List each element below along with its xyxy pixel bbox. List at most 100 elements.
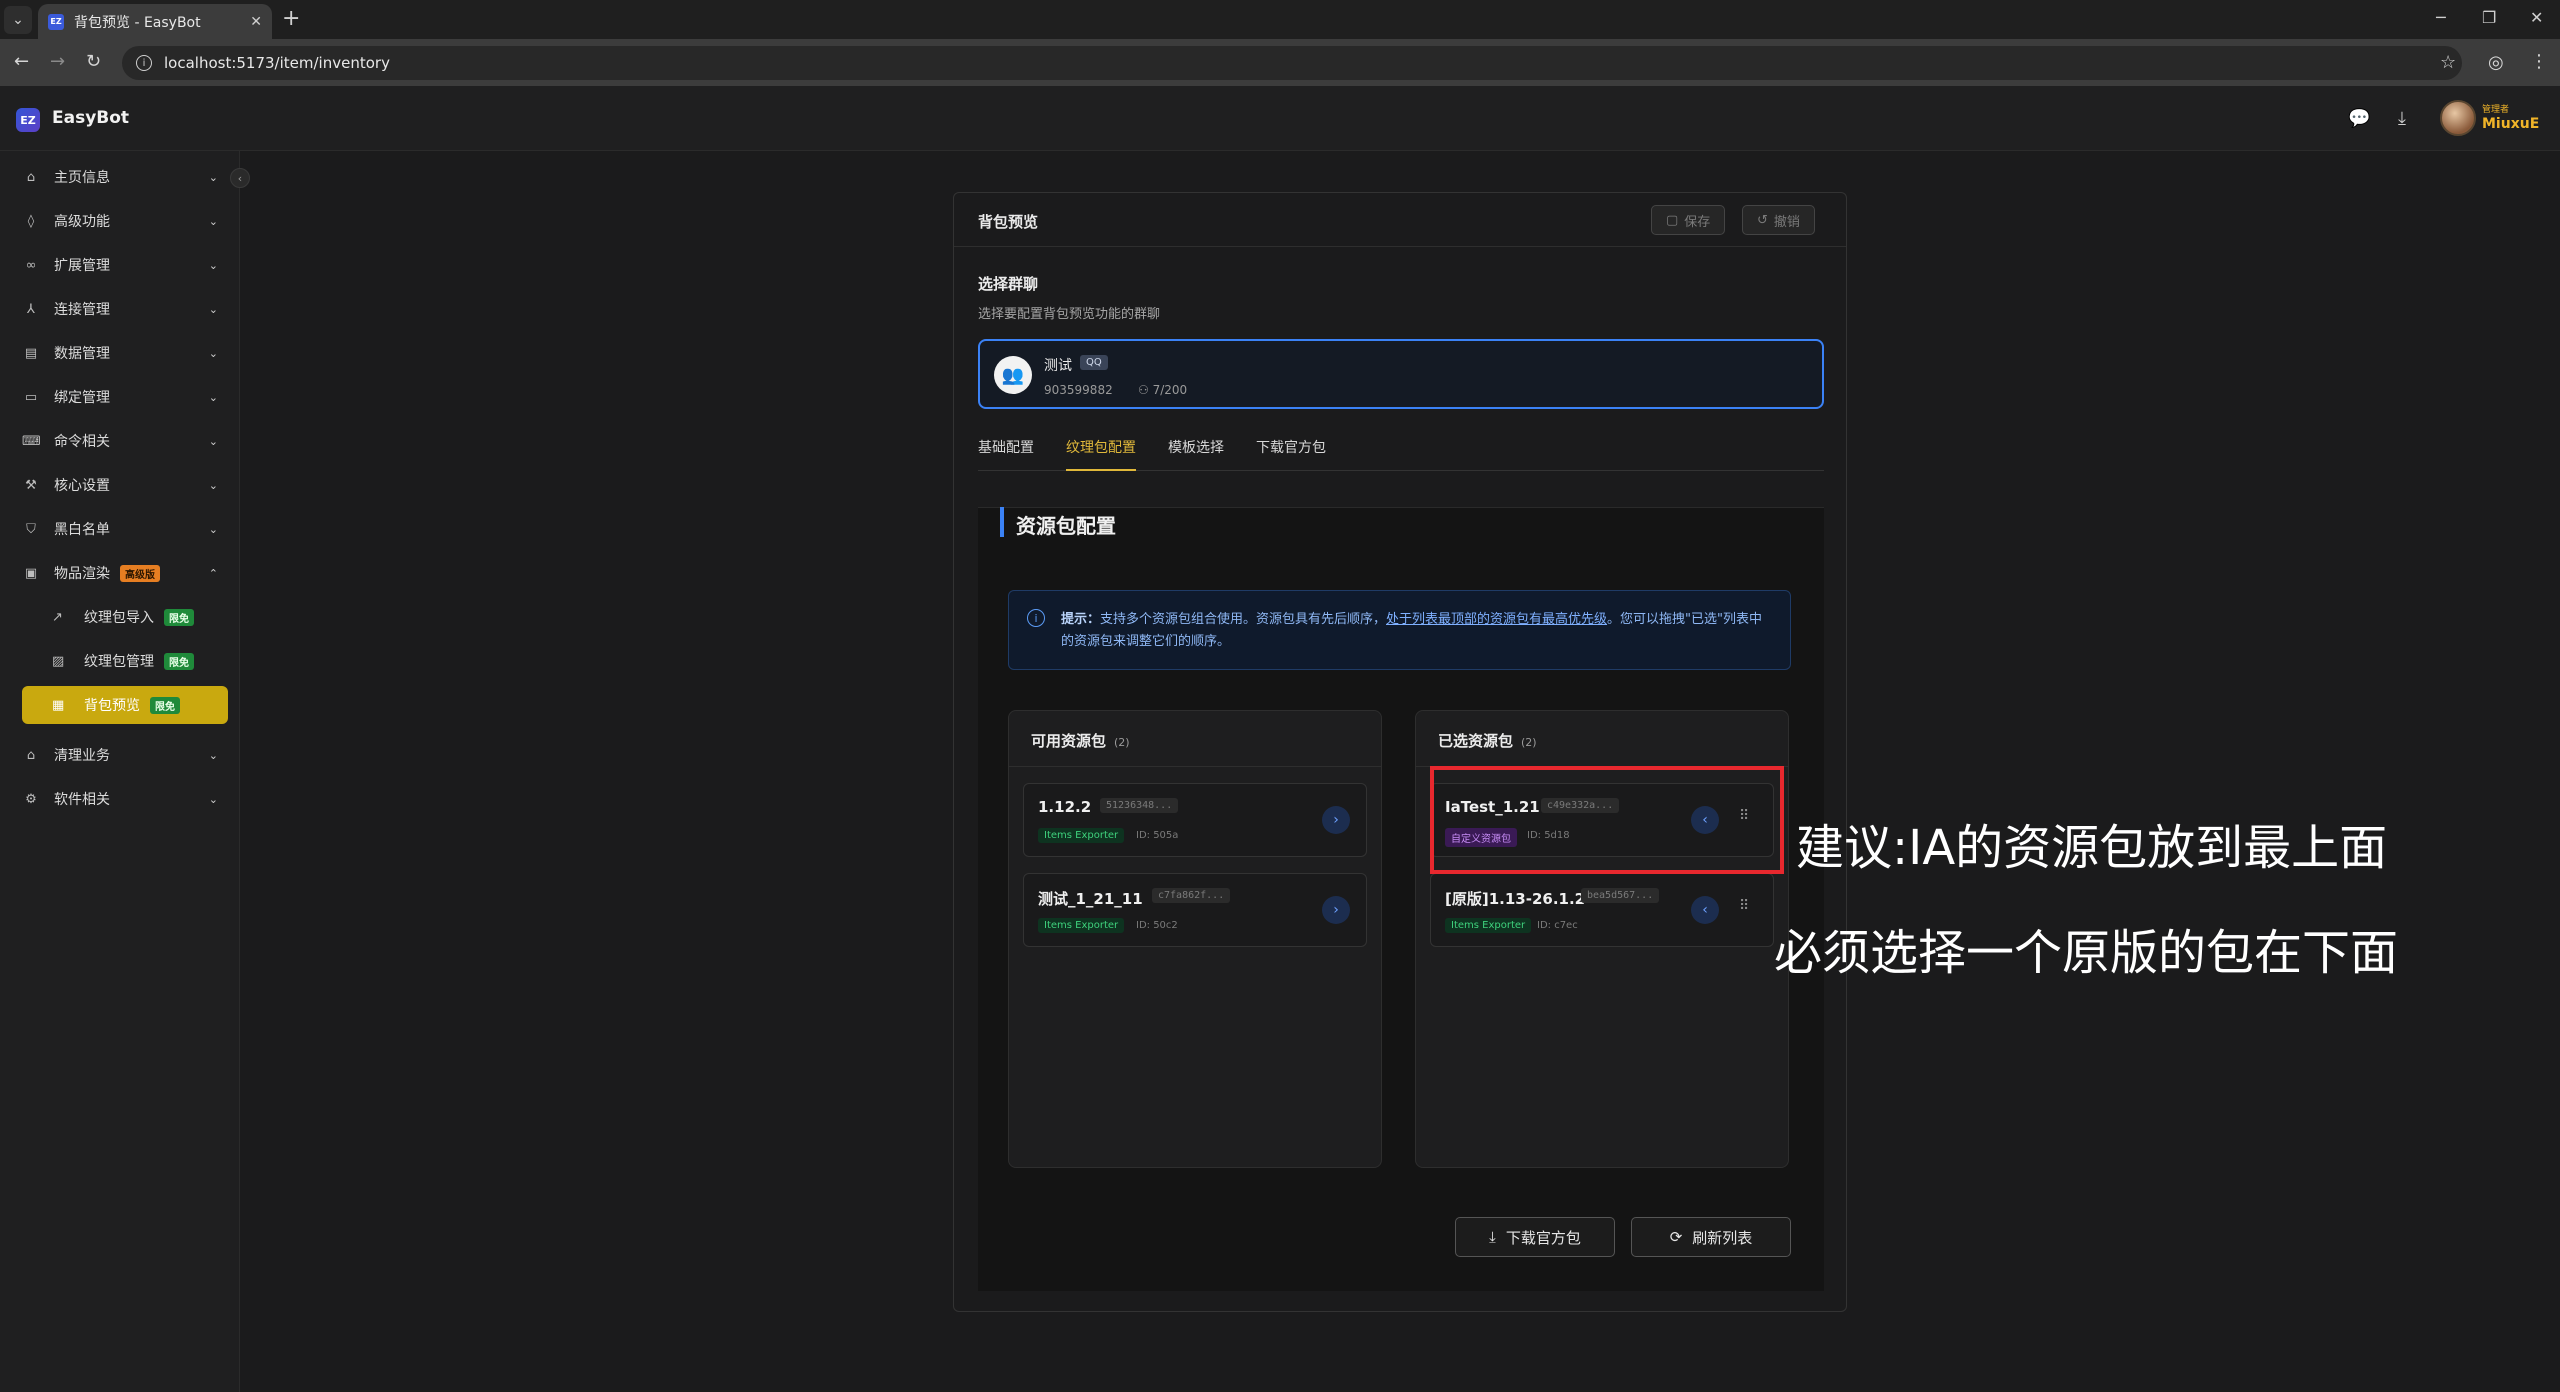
sidebar-item-binding[interactable]: ▭ 绑定管理 ⌄: [22, 382, 218, 412]
sidebar-item-label: 清理业务: [54, 748, 110, 764]
available-title: 可用资源包: [1031, 732, 1107, 750]
chat-icon[interactable]: 💬: [2348, 108, 2370, 129]
group-member-count: ⚇ 7/200: [1138, 383, 1187, 397]
chevron-down-icon: ⌄: [208, 170, 218, 184]
flame-icon: ◊: [27, 213, 35, 229]
tab-template-select[interactable]: 模板选择: [1168, 437, 1224, 471]
column-header: 已选资源包 (2): [1416, 711, 1788, 767]
tip-highlight: 处于列表最顶部的资源包有最高优先级: [1386, 612, 1608, 627]
sidebar-item-label: 黑白名单: [54, 522, 110, 538]
remove-pack-button[interactable]: ‹: [1691, 896, 1719, 924]
forward-icon[interactable]: →: [50, 51, 65, 72]
undo-button[interactable]: ↺ 撤销: [1742, 205, 1815, 235]
browser-tab-strip: ⌄ EZ 背包预览 - EasyBot ✕ + ─ ❐ ✕: [0, 0, 2560, 39]
sidebar-subitem-inventory-preview[interactable]: ▦ 背包预览 限免: [22, 686, 228, 724]
resource-pack-title: 资源包配置: [1016, 514, 1116, 538]
chevron-down-icon: ⌄: [208, 390, 218, 404]
available-pack-item[interactable]: 1.12.2 51236348... Items Exporter ID: 50…: [1023, 783, 1367, 857]
sidebar-item-label: 纹理包管理: [84, 654, 154, 670]
tab-search-button[interactable]: ⌄: [4, 6, 32, 34]
selected-pack-item[interactable]: [原版]1.13-26.1.2 bea5d567... Items Export…: [1430, 873, 1774, 947]
database-icon: ▤: [24, 345, 38, 361]
browser-tab[interactable]: EZ 背包预览 - EasyBot ✕: [38, 4, 272, 39]
annotation-text-2: 必须选择一个原版的包在下面: [1774, 925, 2399, 981]
download-official-button[interactable]: ⤓ 下载官方包: [1455, 1217, 1615, 1257]
download-label: 下载官方包: [1505, 1228, 1581, 1247]
tip-text: 提示：支持多个资源包组合使用。资源包具有先后顺序，处于列表最顶部的资源包有最高优…: [1061, 609, 1771, 653]
image-icon: ▨: [52, 653, 65, 669]
available-packs-column: 可用资源包 (2) 1.12.2 51236348... Items Export…: [1008, 710, 1382, 1168]
sidebar-item-item-render[interactable]: ▣ 物品渲染 高级版 ⌃: [22, 558, 218, 588]
platform-badge: QQ: [1080, 355, 1108, 370]
minimize-icon[interactable]: ─: [2436, 8, 2446, 27]
site-info-icon[interactable]: i: [136, 55, 152, 71]
download-icon[interactable]: ⤓: [2398, 108, 2406, 129]
gear-icon: ⚙: [25, 791, 37, 807]
sidebar-item-cleanup[interactable]: ⌂ 清理业务 ⌄: [22, 740, 218, 770]
package-icon: ▣: [24, 565, 38, 581]
sidebar-item-label: 绑定管理: [54, 390, 110, 406]
column-title: 可用资源包 (2): [1031, 730, 1130, 751]
restore-icon[interactable]: ❐: [2482, 8, 2496, 27]
sidebar-item-core[interactable]: ⚒ 核心设置 ⌄: [22, 470, 218, 500]
pack-tag: Items Exporter: [1038, 828, 1125, 843]
add-pack-button[interactable]: ›: [1322, 806, 1350, 834]
tip-label: 提示：: [1061, 612, 1101, 627]
new-tab-icon[interactable]: +: [282, 8, 300, 30]
free-badge: 限免: [164, 652, 194, 670]
collapse-sidebar-icon[interactable]: ‹: [230, 168, 250, 188]
sidebar-item-label: 核心设置: [54, 478, 110, 494]
pack-name: [原版]1.13-26.1.2: [1445, 890, 1586, 908]
back-icon[interactable]: ←: [14, 51, 29, 72]
sidebar-item-software[interactable]: ⚙ 软件相关 ⌄: [22, 784, 218, 814]
user-name[interactable]: MiuxuE: [2482, 116, 2539, 132]
sidebar-item-connections[interactable]: ⅄ 连接管理 ⌄: [22, 294, 218, 324]
sidebar-item-extensions[interactable]: ∞ 扩展管理 ⌄: [22, 250, 218, 280]
annotation-highlight-box: [1430, 766, 1784, 874]
pack-name: 1.12.2: [1038, 798, 1092, 816]
member-icon: ⚇: [1138, 383, 1153, 397]
add-pack-button[interactable]: ›: [1322, 896, 1350, 924]
favicon: EZ: [48, 13, 64, 30]
drag-handle-icon[interactable]: ⠿: [1739, 898, 1749, 914]
sidebar-subitem-texture-import[interactable]: ↗ 纹理包导入 限免: [22, 598, 228, 636]
avatar[interactable]: [2440, 100, 2476, 136]
url-text: localhost:5173/item/inventory: [164, 54, 390, 72]
group-select-card[interactable]: 👥 测试 QQ 903599882 ⚇ 7/200: [978, 339, 1824, 409]
section-accent-bar: [1000, 507, 1004, 537]
sidebar-item-home[interactable]: ⌂ 主页信息 ⌄: [22, 162, 218, 192]
more-menu-icon[interactable]: ⋮: [2530, 51, 2548, 72]
tab-texture-config[interactable]: 纹理包配置: [1066, 437, 1136, 471]
download-icon: ⤓: [1489, 1228, 1496, 1246]
bookmark-star-icon[interactable]: ☆: [2440, 52, 2456, 73]
refresh-list-button[interactable]: ⟳ 刷新列表: [1631, 1217, 1791, 1257]
reload-icon[interactable]: ↻: [86, 51, 101, 72]
tab-download-official[interactable]: 下载官方包: [1256, 437, 1326, 471]
sidebar-item-data[interactable]: ▤ 数据管理 ⌄: [22, 338, 218, 368]
sidebar-item-advanced[interactable]: ◊ 高级功能 ⌄: [22, 206, 218, 236]
close-tab-icon[interactable]: ✕: [250, 14, 262, 30]
save-button[interactable]: ▢ 保存: [1651, 205, 1726, 235]
info-tip: i 提示：支持多个资源包组合使用。资源包具有先后顺序，处于列表最顶部的资源包有最…: [1008, 590, 1791, 670]
close-window-icon[interactable]: ✕: [2530, 8, 2543, 27]
tab-title: 背包预览 - EasyBot: [74, 14, 201, 31]
info-icon: i: [1027, 609, 1045, 627]
column-title: 已选资源包 (2): [1438, 730, 1537, 751]
undo-label: 撤销: [1773, 214, 1800, 230]
sidebar-subitem-texture-manage[interactable]: ▨ 纹理包管理 限免: [22, 642, 228, 680]
profile-icon[interactable]: ◎: [2488, 52, 2504, 73]
tab-basic-config[interactable]: 基础配置: [978, 437, 1034, 471]
address-bar[interactable]: i localhost:5173/item/inventory: [122, 46, 2462, 80]
save-label: 保存: [1684, 214, 1711, 230]
available-count: (2): [1114, 736, 1130, 749]
chevron-down-icon: ⌄: [208, 214, 218, 228]
sidebar-item-commands[interactable]: ⌨ 命令相关 ⌄: [22, 426, 218, 456]
group-section-subtitle: 选择要配置背包预览功能的群聊: [978, 307, 1161, 322]
wrench-icon: ⚒: [25, 477, 37, 493]
undo-icon: ↺: [1757, 212, 1768, 228]
panel-title: 背包预览: [978, 213, 1039, 231]
sidebar-item-whitelist[interactable]: ⛉ 黑白名单 ⌄: [22, 514, 218, 544]
terminal-icon: ⌨: [22, 433, 41, 449]
tip-text-part1: 支持多个资源包组合使用。资源包具有先后顺序，: [1100, 612, 1387, 627]
available-pack-item[interactable]: 测试_1_21_11 c7fa862f... Items Exporter ID…: [1023, 873, 1367, 947]
